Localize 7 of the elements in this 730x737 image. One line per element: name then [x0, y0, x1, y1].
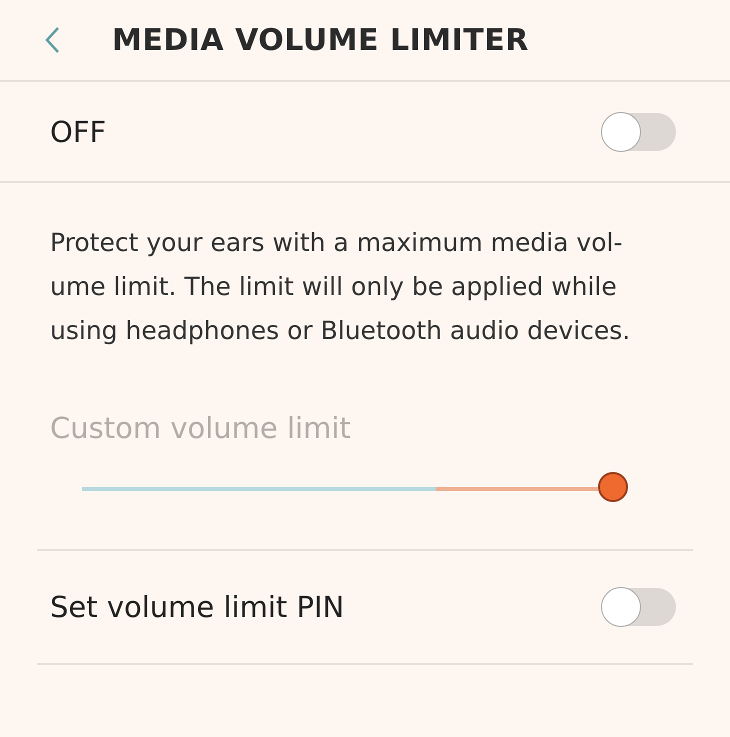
- switch-label: OFF: [50, 114, 106, 148]
- setting-label: Set volume limit PIN: [50, 590, 344, 624]
- description-text: Protect your ears with a maximum media vol- ume limit. The limit will only be applied while using headphones or Bluetooth audio devices.: [50, 227, 632, 347]
- toggle-switch[interactable]: [602, 112, 676, 150]
- toggle-switch[interactable]: [602, 588, 676, 626]
- slider-label: Custom volume limit: [50, 411, 351, 445]
- screen-title: MEDIA VOLUME LIMITER: [112, 22, 529, 58]
